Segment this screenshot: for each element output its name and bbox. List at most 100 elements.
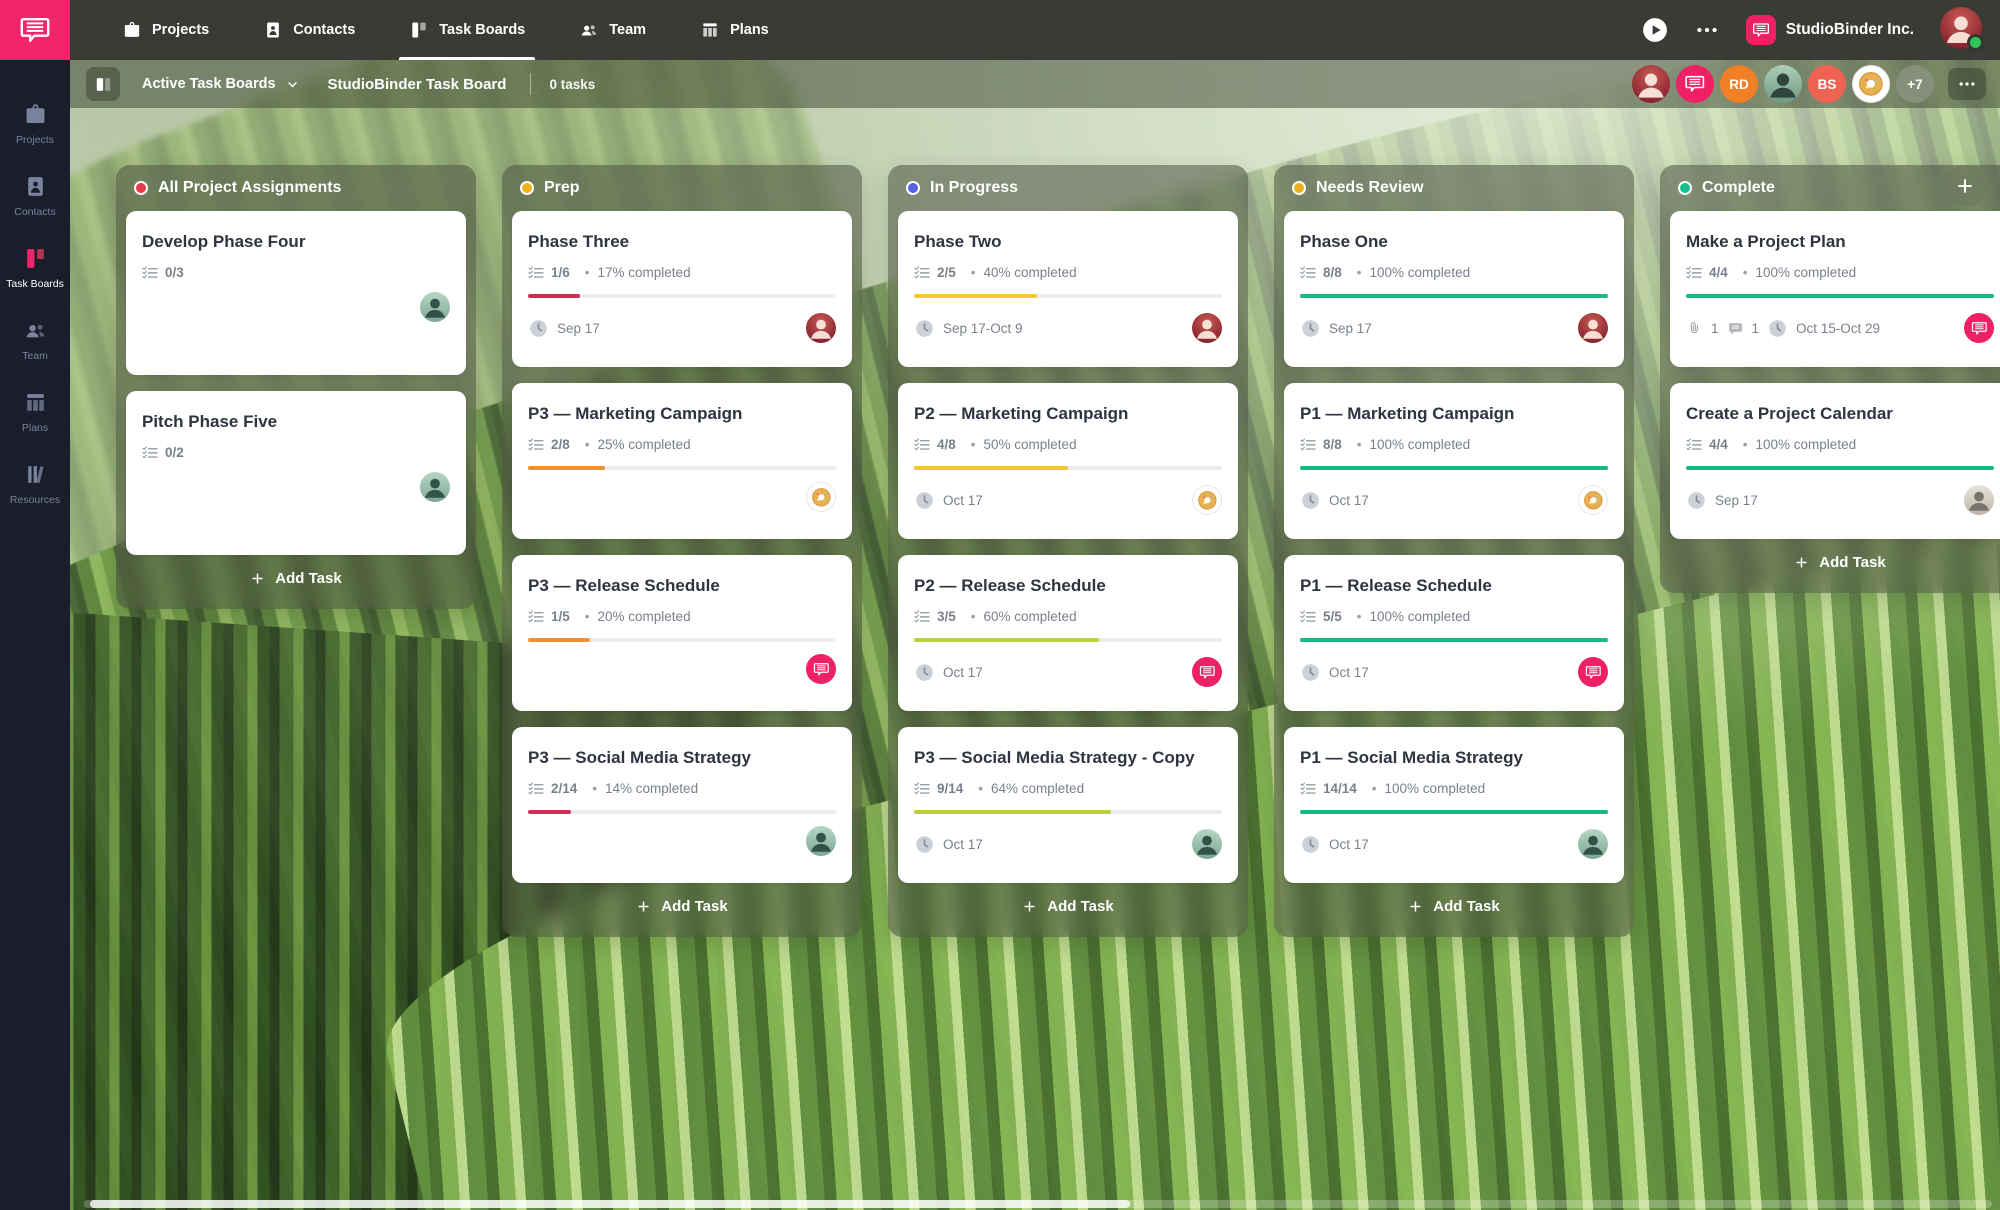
column-cards: Phase Three1/617% completedSep 17 P3 — Ma… <box>512 211 852 883</box>
tab-contacts[interactable]: Contacts <box>263 0 355 60</box>
checklist-icon <box>528 782 544 795</box>
add-task-label: Add Task <box>275 570 341 587</box>
studiobinder-logo-avatar[interactable] <box>1676 65 1714 103</box>
person-photo-avatar <box>806 826 836 856</box>
task-card[interactable]: Develop Phase Four0/3 <box>126 211 466 375</box>
plus-icon <box>250 571 265 586</box>
column-cards: Phase One8/8100% completedSep 17 P1 — Mar… <box>1284 211 1624 883</box>
add-task-button[interactable]: Add Task <box>1284 883 1624 929</box>
overflow-count-avatar[interactable]: +7 <box>1896 65 1934 103</box>
sidebar-item-task-boards[interactable]: Task Boards <box>0 246 70 290</box>
add-task-button[interactable]: Add Task <box>1670 539 2000 585</box>
donut-avatar <box>1192 485 1222 515</box>
sidebar-item-label: Team <box>22 350 48 362</box>
task-card[interactable]: Phase Two2/540% completedSep 17-Oct 9 <box>898 211 1238 367</box>
progress-bar <box>914 810 1222 814</box>
task-card[interactable]: Create a Project Calendar4/4100% complet… <box>1670 383 2000 539</box>
task-card[interactable]: Phase One8/8100% completedSep 17 <box>1284 211 1624 367</box>
add-task-button[interactable]: Add Task <box>898 883 1238 929</box>
task-count: 0 tasks <box>549 77 595 92</box>
checklist-row: 4/4100% completed <box>1686 437 1994 452</box>
clock-icon <box>1300 318 1321 339</box>
column-title: All Project Assignments <box>158 179 341 197</box>
checklist-icon <box>1300 438 1316 451</box>
progress-bar <box>528 294 836 298</box>
task-card[interactable]: Make a Project Plan4/4100% completed11Oc… <box>1670 211 2000 367</box>
assignee-row <box>528 654 836 684</box>
studiobinder-logo[interactable] <box>0 0 70 60</box>
checklist-count: 0/3 <box>165 265 184 280</box>
task-card[interactable]: P3 — Release Schedule1/520% completed <box>512 555 852 711</box>
card-meta: 11Oct 15-Oct 29 <box>1686 313 1994 343</box>
nav-more-button[interactable] <box>1694 17 1720 43</box>
checklist-icon <box>1300 266 1316 279</box>
column-header: Prep <box>512 165 852 211</box>
percent-complete: 60% completed <box>963 609 1077 624</box>
checklist-icon <box>528 266 544 279</box>
checklist-count: 1/6 <box>551 265 570 280</box>
checklist-count: 0/2 <box>165 445 184 460</box>
plus-icon <box>1408 899 1423 914</box>
horizontal-scrollbar[interactable] <box>84 1200 1992 1208</box>
column-header: In Progress <box>898 165 1238 211</box>
task-card[interactable]: P3 — Marketing Campaign2/825% completed <box>512 383 852 539</box>
team-icon <box>579 20 599 40</box>
clock-icon <box>1300 490 1321 511</box>
assignee-row <box>142 472 450 502</box>
task-card[interactable]: Phase Three1/617% completedSep 17 <box>512 211 852 367</box>
tab-projects[interactable]: Projects <box>122 0 209 60</box>
progress-fill <box>1300 466 1608 470</box>
task-card[interactable]: P1 — Release Schedule5/5100% completedOc… <box>1284 555 1624 711</box>
task-card[interactable]: P2 — Release Schedule3/560% completedOct… <box>898 555 1238 711</box>
task-card[interactable]: P2 — Marketing Campaign4/850% completedO… <box>898 383 1238 539</box>
contact-card-icon <box>263 20 283 40</box>
sidebar-item-team[interactable]: Team <box>0 318 70 362</box>
initials-avatar[interactable]: BS <box>1808 65 1846 103</box>
initials-avatar[interactable]: RD <box>1720 65 1758 103</box>
checklist-icon <box>914 438 930 451</box>
sidebar-item-contacts[interactable]: Contacts <box>0 174 70 218</box>
donut-avatar[interactable] <box>1852 65 1890 103</box>
tab-task-boards[interactable]: Task Boards <box>409 0 525 60</box>
board-switcher-dropdown[interactable]: Active Task Boards <box>142 76 300 92</box>
scrollbar-thumb[interactable] <box>90 1200 1130 1208</box>
tab-plans[interactable]: Plans <box>700 0 769 60</box>
workspace-switcher[interactable]: StudioBinder Inc. <box>1746 15 1914 45</box>
kanban-icon <box>409 20 429 40</box>
play-button[interactable] <box>1642 17 1668 43</box>
progress-fill <box>1300 638 1608 642</box>
switcher-label: Active Task Boards <box>142 76 276 92</box>
sidebar-item-plans[interactable]: Plans <box>0 390 70 434</box>
person-photo-avatar[interactable] <box>1632 65 1670 103</box>
board-more-button[interactable] <box>1948 68 1986 100</box>
clock-icon <box>914 318 935 339</box>
board-view-button[interactable] <box>86 67 120 101</box>
assignee-row <box>142 292 450 322</box>
task-title: P3 — Social Media Strategy <box>528 747 836 769</box>
due-date: Sep 17 <box>1715 493 1758 508</box>
sidebar-item-projects[interactable]: Projects <box>0 102 70 146</box>
task-card[interactable]: P1 — Social Media Strategy14/14100% comp… <box>1284 727 1624 883</box>
task-card[interactable]: Pitch Phase Five0/2 <box>126 391 466 555</box>
add-column-button[interactable] <box>1944 165 1986 207</box>
percent-complete: 40% completed <box>963 265 1077 280</box>
person-photo-avatar[interactable] <box>1940 7 1982 49</box>
add-task-button[interactable]: Add Task <box>126 555 466 601</box>
checklist-icon <box>1686 266 1702 279</box>
checklist-row: 8/8100% completed <box>1300 265 1608 280</box>
play-icon <box>1642 17 1668 43</box>
add-task-label: Add Task <box>1433 898 1499 915</box>
progress-fill <box>528 466 605 470</box>
clock-icon <box>1300 662 1321 683</box>
person-photo-avatar[interactable] <box>1764 65 1802 103</box>
percent-complete: 100% completed <box>1364 781 1485 796</box>
column-cards: Make a Project Plan4/4100% completed11Oc… <box>1670 211 2000 539</box>
add-task-button[interactable]: Add Task <box>512 883 852 929</box>
card-meta: Oct 17 <box>914 657 1222 687</box>
sidebar-item-resources[interactable]: Resources <box>0 462 70 506</box>
task-card[interactable]: P3 — Social Media Strategy2/1414% comple… <box>512 727 852 883</box>
task-card[interactable]: P3 — Social Media Strategy - Copy9/1464%… <box>898 727 1238 883</box>
tab-team[interactable]: Team <box>579 0 646 60</box>
plus-icon <box>1794 555 1809 570</box>
task-card[interactable]: P1 — Marketing Campaign8/8100% completed… <box>1284 383 1624 539</box>
